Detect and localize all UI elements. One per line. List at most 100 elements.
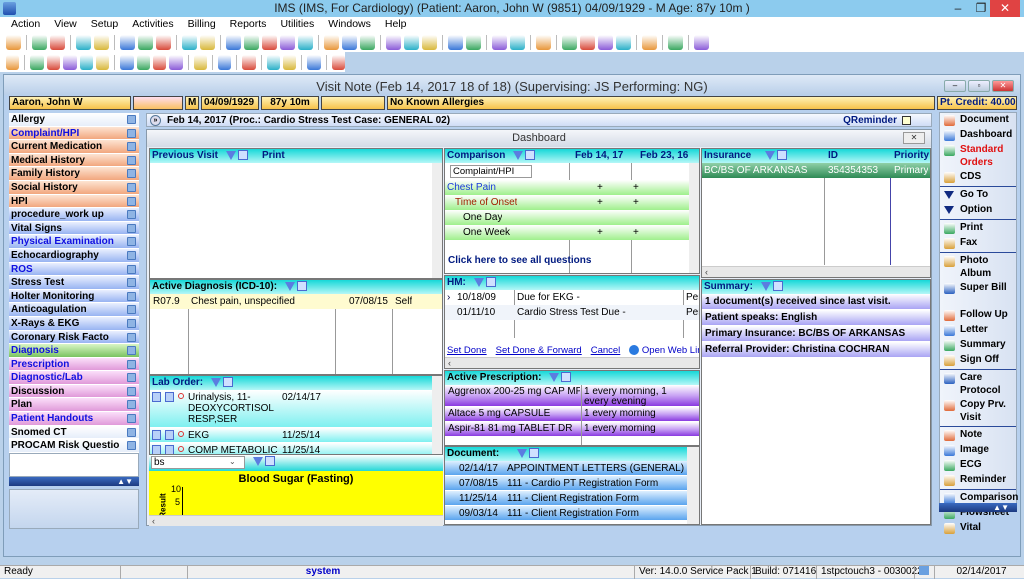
summary-row[interactable]: Patient speaks: English — [702, 310, 930, 326]
summary-row[interactable]: Primary Insurance: BC/BS OF ARKANSAS — [702, 326, 930, 342]
nav-go-to[interactable]: Go To — [940, 188, 1016, 203]
edit-chart-icon[interactable] — [466, 34, 481, 50]
form-icon[interactable] — [127, 318, 136, 328]
document-row[interactable]: 09/03/14 111 - Client Registration Form — [445, 506, 699, 521]
payment-icon[interactable] — [280, 34, 295, 50]
window-icon[interactable] — [265, 456, 275, 467]
nav-image[interactable]: Image — [940, 443, 1016, 458]
nav-vital[interactable]: Vital — [940, 521, 1016, 536]
collapse-icon[interactable]: » — [150, 115, 161, 126]
window-icon[interactable] — [237, 150, 248, 161]
form-icon[interactable] — [127, 128, 136, 138]
form-icon[interactable] — [127, 414, 136, 424]
horizontal-scrollbar[interactable]: ‹ — [445, 357, 699, 368]
lab-order-row[interactable]: COMP METABOLIC PANEL 11/25/14 — [150, 443, 442, 454]
notes-icon[interactable] — [266, 54, 281, 70]
document-row[interactable]: 11/25/14 111 - Client Registration Form — [445, 491, 699, 506]
sidebar-item[interactable]: Holter Monitoring — [9, 289, 139, 304]
patient-icon[interactable] — [6, 34, 21, 50]
folder-icon[interactable] — [76, 34, 91, 50]
window-icon[interactable] — [297, 281, 308, 292]
form-icon[interactable] — [127, 210, 136, 220]
form-icon[interactable] — [127, 373, 136, 383]
filter-icon[interactable] — [473, 277, 484, 287]
calendar-icon[interactable] — [324, 34, 339, 50]
prescription-row[interactable]: Aggrenox 200-25 mg CAP MPHASE 1 every mor… — [445, 385, 699, 407]
menu-action[interactable]: Action — [4, 17, 47, 32]
child-minimize-button[interactable]: ‒ — [944, 80, 966, 92]
sidebar-item[interactable]: HPI — [9, 194, 139, 209]
billing2-icon[interactable] — [244, 34, 259, 50]
menu-view[interactable]: View — [47, 17, 84, 32]
filter-icon[interactable] — [760, 281, 771, 291]
doc-icon[interactable] — [182, 34, 197, 50]
window-icon[interactable] — [777, 150, 788, 161]
nav-letter[interactable]: Letter — [940, 323, 1016, 338]
form-icon[interactable] — [127, 223, 136, 233]
sidebar-item[interactable]: Anticoagulation — [9, 303, 139, 317]
shield-icon[interactable] — [156, 34, 171, 50]
menu-reports[interactable]: Reports — [223, 17, 274, 32]
form-icon[interactable] — [127, 155, 136, 165]
comparison-row[interactable]: Time of Onset + + — [445, 195, 699, 210]
lock-icon[interactable] — [668, 34, 683, 50]
nav-photo-album[interactable]: Photo Album — [940, 254, 1016, 281]
patient-contact-icons[interactable] — [133, 96, 183, 110]
lab-doc-icon[interactable] — [152, 392, 161, 402]
prescription-row[interactable]: Aspir-81 81 mg TABLET DR 1 every morning — [445, 422, 699, 437]
bar-chart-icon[interactable] — [492, 34, 507, 50]
export-icon[interactable] — [616, 34, 631, 50]
sidebar-item[interactable]: Diagnostic/Lab — [9, 371, 139, 385]
nav-care-protocol[interactable]: Care Protocol — [940, 371, 1016, 398]
template-icon[interactable] — [242, 54, 256, 70]
summary-row[interactable]: 1 document(s) received since last visit. — [702, 294, 930, 310]
patient-allergies[interactable]: No Known Allergies — [387, 96, 935, 110]
form-icon[interactable] — [127, 264, 136, 274]
folder-chart-icon[interactable] — [448, 34, 463, 50]
window-icon[interactable] — [525, 150, 536, 161]
lab-result-icon[interactable] — [165, 430, 174, 440]
filter-icon[interactable] — [285, 281, 296, 291]
nav-standard-orders[interactable]: Standard Orders — [940, 143, 1016, 170]
help-icon[interactable] — [307, 54, 321, 70]
menu-utilities[interactable]: Utilities — [273, 17, 321, 32]
nav-document[interactable]: Document — [940, 113, 1016, 128]
remove-icon[interactable] — [63, 54, 77, 70]
lab-result-icon[interactable] — [165, 392, 174, 402]
payment2-icon[interactable] — [298, 34, 313, 50]
nav-cds[interactable]: CDS — [940, 170, 1016, 185]
print-link[interactable]: Print — [262, 150, 285, 161]
sidebar-item[interactable]: Allergy — [9, 113, 139, 127]
comparison-row[interactable]: One Week + + — [445, 225, 699, 240]
nav-super-bill[interactable]: Super Bill — [940, 281, 1016, 308]
close-button[interactable]: ✕ — [990, 0, 1020, 17]
form-icon[interactable] — [127, 400, 136, 410]
form-icon[interactable] — [127, 142, 136, 152]
lab-order-row[interactable]: Urinalysis, 11-DEOXYCORTISOL RESP,SER 02/… — [150, 390, 442, 428]
hm-row[interactable]: 01/11/10 Cardio Stress Test Due - Pend — [445, 305, 699, 320]
comparison-category-select[interactable]: Complaint/HPI — [450, 165, 532, 178]
open-web-link[interactable]: Open Web Link — [642, 345, 699, 356]
form-icon[interactable] — [127, 182, 136, 192]
report2-icon[interactable] — [536, 34, 551, 50]
child-restore-button[interactable]: ▫ — [968, 80, 990, 92]
nav-copy-prv-visit[interactable]: Copy Prv. Visit — [940, 398, 1016, 425]
provider-icon[interactable] — [32, 34, 47, 50]
sidebar-item[interactable]: PROCAM Risk Questio — [9, 439, 139, 453]
filter-icon[interactable] — [765, 150, 776, 160]
patient-name[interactable]: Aaron, John W — [9, 96, 131, 110]
filter-icon[interactable] — [513, 150, 524, 160]
lab-flask-icon[interactable] — [138, 34, 153, 50]
sidebar-item[interactable]: Vital Signs — [9, 221, 139, 236]
billing-icon[interactable] — [226, 34, 241, 50]
schedule-icon[interactable] — [342, 34, 357, 50]
claims-icon[interactable] — [262, 34, 277, 50]
nav-summary[interactable]: Summary — [940, 338, 1016, 353]
letter-icon[interactable] — [360, 34, 375, 50]
filter-icon[interactable] — [211, 377, 222, 387]
next-icon[interactable] — [153, 54, 167, 70]
sections-scroll-arrows[interactable]: ▲▼ — [9, 477, 139, 486]
sidebar-item[interactable]: Discussion — [9, 384, 139, 399]
prev-icon[interactable] — [136, 54, 151, 70]
child-close-button[interactable]: ✕ — [992, 80, 1014, 92]
